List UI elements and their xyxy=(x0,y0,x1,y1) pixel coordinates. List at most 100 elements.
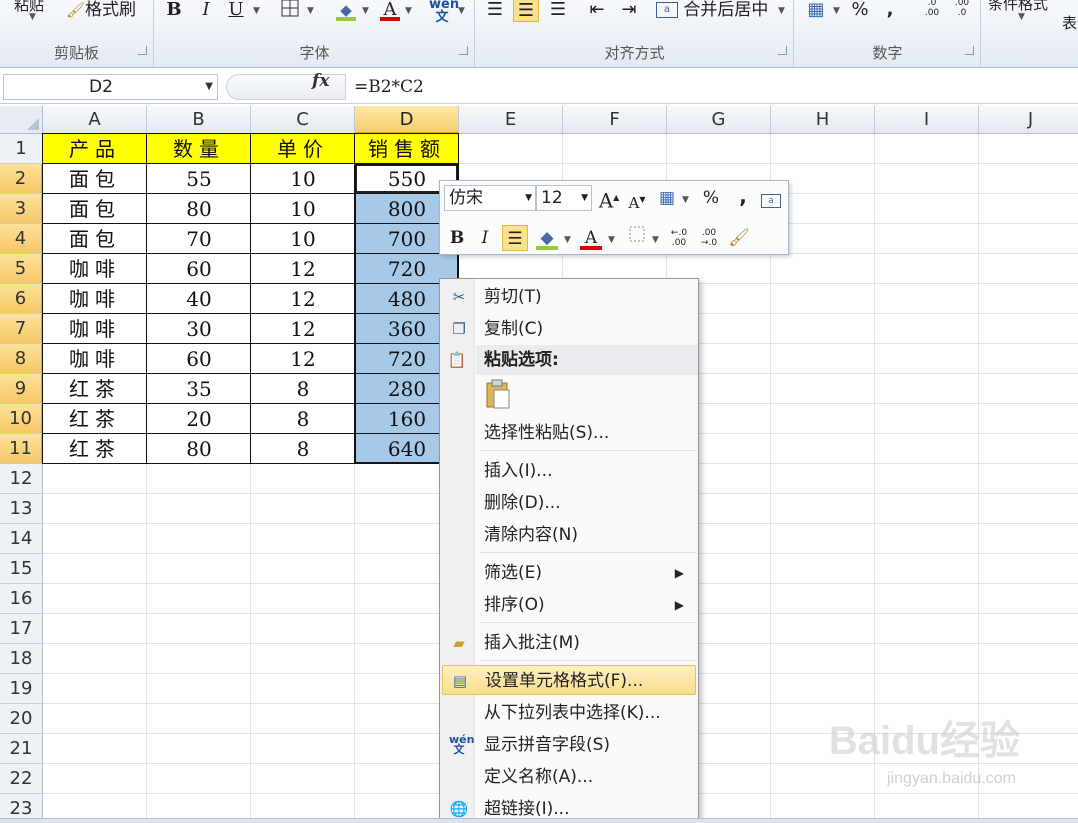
row-header-10[interactable]: 10 xyxy=(0,404,43,434)
table-cell[interactable]: 红茶 xyxy=(43,404,147,434)
row-header-4[interactable]: 4 xyxy=(0,224,43,254)
name-box-dropdown-icon[interactable]: ▼ xyxy=(205,75,213,99)
row-header-18[interactable]: 18 xyxy=(0,644,43,674)
column-header-d[interactable]: D xyxy=(355,106,459,134)
borders-dropdown-icon[interactable]: ▼ xyxy=(652,235,659,245)
menu-item-insert[interactable]: 插入(I)... xyxy=(442,456,696,486)
row-header-15[interactable]: 15 xyxy=(0,554,43,584)
accounting-dropdown-icon[interactable]: ▼ xyxy=(833,6,840,16)
row-header-16[interactable]: 16 xyxy=(0,584,43,614)
menu-item-insert-comment[interactable]: ▰ 插入批注(M) xyxy=(442,628,696,658)
comma-button-mini[interactable]: , xyxy=(730,183,756,209)
italic-button-mini[interactable]: I xyxy=(472,225,498,251)
align-left-button[interactable]: ☰ xyxy=(482,0,508,22)
menu-item-sort[interactable]: 排序(O) ▶ xyxy=(442,590,696,620)
font-size-input[interactable]: 12 ▼ xyxy=(536,185,592,211)
column-header-a[interactable]: A xyxy=(43,106,147,134)
font-color-button-mini[interactable]: A xyxy=(578,225,604,251)
paste-dropdown-icon[interactable]: ▼ xyxy=(29,12,36,22)
row-header-3[interactable]: 3 xyxy=(0,194,43,224)
font-name-dropdown-icon[interactable]: ▼ xyxy=(525,186,532,210)
table-cell[interactable]: 10 xyxy=(251,164,355,194)
table-cell[interactable]: 面包 xyxy=(43,224,147,254)
table-cell[interactable]: 70 xyxy=(147,224,251,254)
table-cell[interactable]: 20 xyxy=(147,404,251,434)
table-cell[interactable]: 10 xyxy=(251,224,355,254)
table-cell[interactable]: 60 xyxy=(147,254,251,284)
table-cell[interactable]: 咖啡 xyxy=(43,284,147,314)
borders-button[interactable] xyxy=(277,0,303,22)
underline-button[interactable]: U xyxy=(223,0,249,22)
underline-dropdown-icon[interactable]: ▼ xyxy=(253,6,260,16)
decrease-decimal-button[interactable]: .00 .0 xyxy=(949,0,975,22)
align-right-button[interactable]: ☰ xyxy=(545,0,571,22)
table-cell[interactable]: 咖啡 xyxy=(43,344,147,374)
merge-center-button[interactable]: a 合并后居中 xyxy=(656,0,768,23)
format-painter-button[interactable]: 🖌格式刷 xyxy=(66,0,136,23)
increase-decimal-button-mini[interactable]: ←.0.00 xyxy=(666,225,692,251)
shrink-font-button[interactable]: A▼ xyxy=(624,187,650,213)
font-color-dropdown-icon[interactable]: ▼ xyxy=(608,235,615,245)
row-header-12[interactable]: 12 xyxy=(0,464,43,494)
table-cell[interactable]: 12 xyxy=(251,254,355,284)
comma-button[interactable]: , xyxy=(877,0,903,22)
table-cell[interactable]: 8 xyxy=(251,434,355,464)
center-button-mini[interactable]: ☰ xyxy=(502,225,528,251)
row-header-5[interactable]: 5 xyxy=(0,254,43,284)
row-header-14[interactable]: 14 xyxy=(0,524,43,554)
table-cell[interactable]: 面包 xyxy=(43,194,147,224)
font-size-dropdown-icon[interactable]: ▼ xyxy=(581,186,588,210)
row-header-21[interactable]: 21 xyxy=(0,734,43,764)
table-cell[interactable]: 55 xyxy=(147,164,251,194)
column-header-h[interactable]: H xyxy=(771,106,875,134)
row-header-11[interactable]: 11 xyxy=(0,434,43,464)
font-color-dropdown-icon[interactable]: ▼ xyxy=(405,6,412,16)
column-header-i[interactable]: I xyxy=(875,106,979,134)
table-cell[interactable]: 红茶 xyxy=(43,374,147,404)
insert-function-button[interactable]: fx xyxy=(312,71,329,91)
table-cell[interactable]: 咖啡 xyxy=(43,254,147,284)
table-cell[interactable]: 12 xyxy=(251,284,355,314)
bold-button[interactable]: B xyxy=(161,0,187,22)
font-launcher-icon[interactable] xyxy=(459,46,468,55)
column-header-b[interactable]: B xyxy=(147,106,251,134)
merge-center-button-mini[interactable]: a xyxy=(758,185,784,211)
borders-dropdown-icon[interactable]: ▼ xyxy=(307,6,314,16)
percent-button[interactable]: % xyxy=(847,0,873,22)
row-header-13[interactable]: 13 xyxy=(0,494,43,524)
row-header-1[interactable]: 1 xyxy=(0,134,43,164)
menu-item-copy[interactable]: ❐ 复制(C) xyxy=(442,314,696,344)
column-header-g[interactable]: G xyxy=(667,106,771,134)
accounting-format-button-mini[interactable]: ▦ xyxy=(654,185,680,211)
row-header-7[interactable]: 7 xyxy=(0,314,43,344)
menu-item-delete[interactable]: 删除(D)... xyxy=(442,488,696,518)
menu-item-pick-from-list[interactable]: 从下拉列表中选择(K)... xyxy=(442,698,696,728)
font-name-input[interactable]: 仿宋 ▼ xyxy=(444,185,536,211)
row-header-2[interactable]: 2 xyxy=(0,164,43,194)
fill-color-button[interactable]: ◆ xyxy=(333,0,359,22)
format-painter-button-mini[interactable]: 🖌 xyxy=(726,225,752,251)
fill-color-dropdown-icon[interactable]: ▼ xyxy=(564,235,571,245)
phonetic-button[interactable]: wén 文 xyxy=(429,0,459,24)
table-cell[interactable]: 80 xyxy=(147,194,251,224)
table-cell[interactable]: 10 xyxy=(251,194,355,224)
table-cell[interactable]: 80 xyxy=(147,434,251,464)
table-cell[interactable]: 12 xyxy=(251,344,355,374)
fill-color-dropdown-icon[interactable]: ▼ xyxy=(362,6,369,16)
column-header-c[interactable]: C xyxy=(251,106,355,134)
bold-button-mini[interactable]: B xyxy=(444,225,470,251)
column-header-e[interactable]: E xyxy=(459,106,563,134)
column-header-f[interactable]: F xyxy=(563,106,667,134)
row-header-22[interactable]: 22 xyxy=(0,764,43,794)
table-cell[interactable]: 8 xyxy=(251,374,355,404)
borders-button-mini[interactable] xyxy=(624,225,650,251)
select-all-button[interactable] xyxy=(0,106,43,134)
increase-decimal-button[interactable]: .0 .00 xyxy=(919,0,945,22)
row-header-20[interactable]: 20 xyxy=(0,704,43,734)
row-header-9[interactable]: 9 xyxy=(0,374,43,404)
paste-option-button[interactable] xyxy=(484,379,512,411)
row-header-19[interactable]: 19 xyxy=(0,674,43,704)
table-cell[interactable]: 35 xyxy=(147,374,251,404)
table-cell[interactable]: 30 xyxy=(147,314,251,344)
header-cell[interactable]: 产品 xyxy=(43,134,147,164)
